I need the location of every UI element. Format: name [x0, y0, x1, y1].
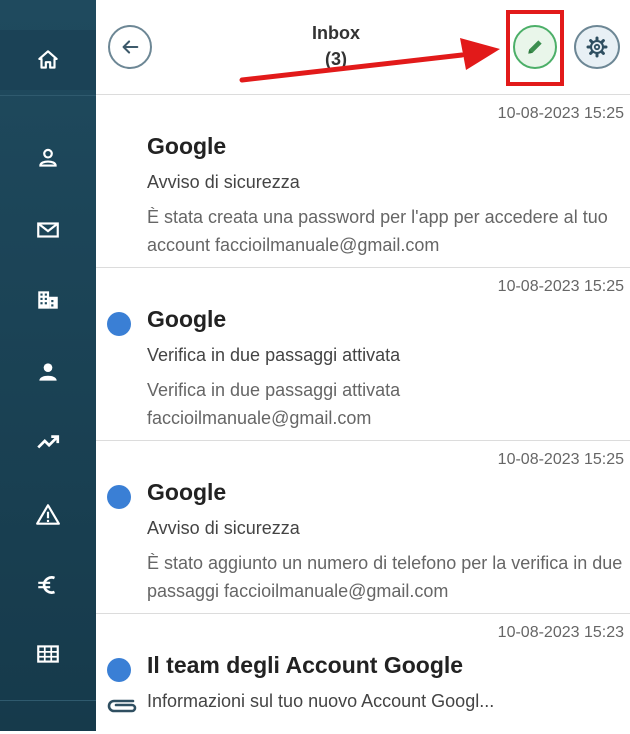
message-date: 10-08-2023 15:25 [497, 105, 624, 122]
message-date: 10-08-2023 15:25 [497, 278, 624, 295]
paperclip-icon [107, 699, 137, 713]
trending-icon [37, 435, 60, 449]
sidebar-item-person[interactable] [0, 342, 96, 402]
building-icon [38, 291, 58, 309]
message-subject: Informazioni sul tuo nuovo Account Googl… [147, 691, 495, 711]
sidebar-item-profile[interactable] [0, 128, 96, 188]
sidebar-item-building[interactable] [0, 270, 96, 330]
message-preview: È stata creata una password per l'app pe… [147, 207, 608, 255]
unread-dot-icon [107, 658, 131, 682]
message-item[interactable]: 10-08-2023 15:25 Google Avviso di sicure… [96, 95, 630, 268]
mail-icon [37, 222, 59, 238]
message-preview: È stato aggiunto un numero di telefono p… [147, 553, 623, 601]
sidebar-item-warning[interactable] [0, 485, 96, 545]
sidebar-item-mail[interactable] [0, 200, 96, 260]
message-sender: Google [147, 133, 227, 159]
sidebar-item-euro[interactable] [0, 555, 96, 615]
table-icon [37, 645, 59, 663]
message-date: 10-08-2023 15:23 [497, 624, 624, 641]
message-date: 10-08-2023 15:25 [497, 451, 624, 468]
sidebar-item-trending[interactable] [0, 412, 96, 472]
message-item[interactable]: 10-08-2023 15:25 Google Avviso di sicure… [96, 441, 630, 614]
unread-dot-icon [107, 312, 131, 336]
message-sender: Il team degli Account Google [147, 652, 464, 678]
message-subject: Avviso di sicurezza [147, 172, 300, 192]
message-item[interactable]: 10-08-2023 15:25 Google Verifica in due … [96, 268, 630, 441]
message-item[interactable]: 10-08-2023 15:23 Il team degli Account G… [96, 614, 630, 734]
message-subject: Verifica in due passaggi attivata [147, 345, 401, 365]
unread-dot-icon [107, 485, 131, 509]
sidebar-item-table[interactable] [0, 624, 96, 684]
message-preview: Verifica in due passaggi attivata faccio… [147, 380, 401, 428]
profile-icon [39, 148, 57, 167]
message-sender: Google [147, 479, 227, 505]
message-list: 10-08-2023 15:25 Google Avviso di sicure… [96, 95, 630, 734]
message-subject: Avviso di sicurezza [147, 518, 300, 538]
message-sender: Google [147, 306, 227, 332]
euro-icon [38, 576, 56, 594]
sidebar-divider [0, 700, 96, 701]
warning-icon [36, 504, 60, 525]
person-icon [39, 363, 57, 381]
